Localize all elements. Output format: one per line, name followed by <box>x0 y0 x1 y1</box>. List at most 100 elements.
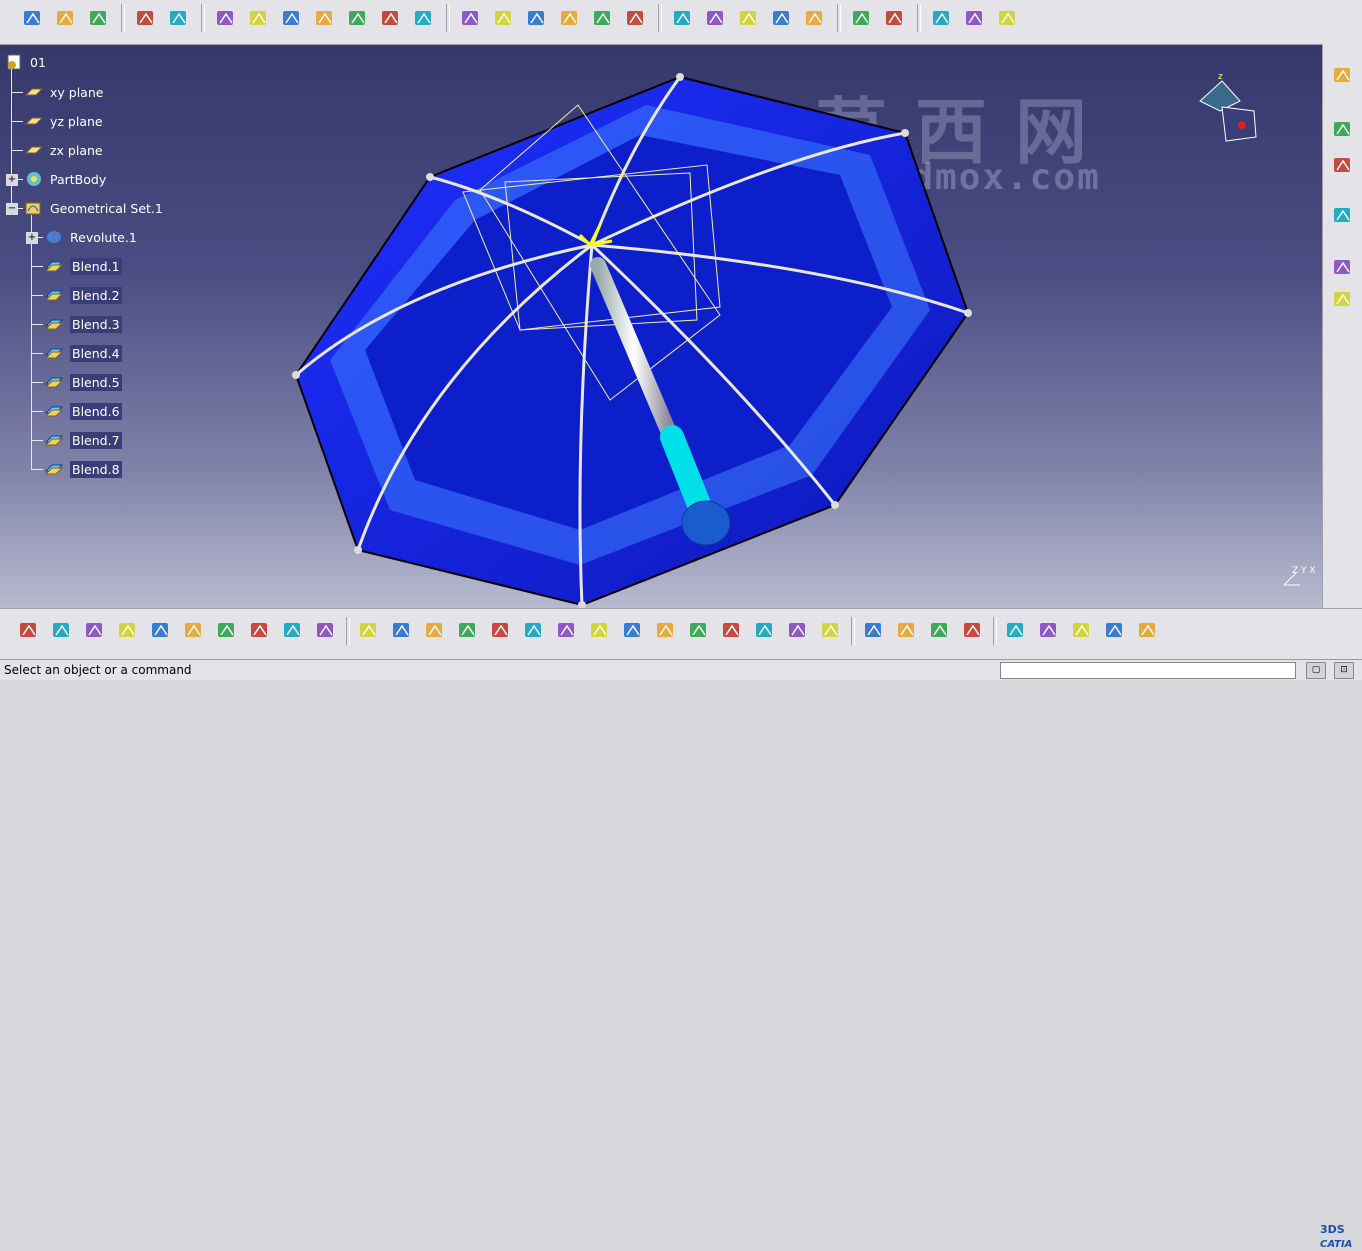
new-icon[interactable] <box>16 617 42 643</box>
sphere-icon[interactable] <box>345 5 371 31</box>
3d-viewport[interactable]: 莫西网 www.3dmox.com z Z Y X 01 xy plane yz… <box>0 45 1322 608</box>
tree-item-yz-plane[interactable]: yz plane <box>24 110 103 132</box>
3d-compass-icon[interactable] <box>1102 617 1128 643</box>
tree-item-revolute-1[interactable]: Revolute.1 <box>44 226 137 248</box>
tree-connector <box>31 440 43 441</box>
zoom-in-icon[interactable] <box>488 617 514 643</box>
apply-material-icon[interactable] <box>818 617 844 643</box>
iso-view-icon[interactable] <box>620 617 646 643</box>
spline-icon[interactable] <box>246 5 272 31</box>
projection-icon[interactable] <box>133 5 159 31</box>
analysis-icon[interactable] <box>802 5 828 31</box>
extrude-icon[interactable] <box>279 5 305 31</box>
fit-all-icon[interactable] <box>389 617 415 643</box>
point-icon[interactable] <box>20 5 46 31</box>
knowledge-icon[interactable] <box>995 5 1021 31</box>
tree-item-blend-6[interactable]: Blend.6 <box>44 400 122 422</box>
shading-icon[interactable] <box>653 617 679 643</box>
tree-item-label: yz plane <box>50 113 103 129</box>
tree-item-partbody[interactable]: PartBody <box>24 168 106 190</box>
tree-item-blend-8[interactable]: Blend.8 <box>44 458 122 480</box>
tree-item-xy-plane[interactable]: xy plane <box>24 81 103 103</box>
sketch-icon[interactable] <box>1069 617 1095 643</box>
tree-item-blend-7[interactable]: Blend.7 <box>44 429 122 451</box>
transform-icon[interactable] <box>769 5 795 31</box>
annotation-icon[interactable] <box>1330 202 1356 228</box>
toolbar-separator <box>917 4 921 32</box>
join-icon[interactable] <box>590 5 616 31</box>
cut-icon[interactable] <box>148 617 174 643</box>
fill-icon[interactable] <box>491 5 517 31</box>
line-icon[interactable] <box>53 5 79 31</box>
swap-space-icon[interactable] <box>719 617 745 643</box>
whats-this-icon[interactable] <box>313 617 339 643</box>
split-icon[interactable] <box>623 5 649 31</box>
toolbar-separator <box>446 4 450 32</box>
zoom-out-icon[interactable] <box>521 617 547 643</box>
handle-knob[interactable] <box>681 500 731 546</box>
tree-item-blend-2[interactable]: Blend.2 <box>44 284 122 306</box>
tree-connector <box>11 150 23 151</box>
axis-icon[interactable] <box>960 617 986 643</box>
sketcher-icon[interactable] <box>1330 62 1356 88</box>
tree-item-geometrical-set-1[interactable]: Geometrical Set.1 <box>24 197 163 219</box>
print-icon[interactable] <box>115 617 141 643</box>
capture-icon[interactable] <box>861 617 887 643</box>
manipulation-icon[interactable] <box>927 617 953 643</box>
cylinder-icon[interactable] <box>378 5 404 31</box>
undo-icon[interactable] <box>247 617 273 643</box>
circle-icon[interactable] <box>213 5 239 31</box>
command-input[interactable] <box>1000 662 1296 679</box>
hide-show-icon[interactable] <box>686 617 712 643</box>
extrapolate-icon[interactable] <box>736 5 762 31</box>
3d-compass-icon[interactable]: z <box>1192 67 1272 147</box>
pan-icon[interactable] <box>422 617 448 643</box>
rotate-icon[interactable] <box>455 617 481 643</box>
curvature-icon[interactable] <box>882 5 908 31</box>
more-arrow-icon[interactable] <box>1330 152 1356 178</box>
grid-icon[interactable] <box>1003 617 1029 643</box>
sweep-icon[interactable] <box>458 5 484 31</box>
tree-item-zx-plane[interactable]: zx plane <box>24 139 103 161</box>
tree-item-blend-5[interactable]: Blend.5 <box>44 371 122 393</box>
snap-icon[interactable] <box>1036 617 1062 643</box>
restore-button[interactable]: ▢ <box>1306 662 1326 679</box>
expand-icon[interactable]: + <box>26 232 38 244</box>
plane-icon[interactable] <box>86 5 112 31</box>
draft-analysis-icon[interactable] <box>849 5 875 31</box>
plane-icon <box>24 88 44 96</box>
tree-connector <box>31 324 43 325</box>
tree-item-blend-1[interactable]: Blend.1 <box>44 255 122 277</box>
update-icon[interactable] <box>894 617 920 643</box>
revolute-icon <box>47 230 61 244</box>
save-icon[interactable] <box>82 617 108 643</box>
part-design-icon[interactable] <box>1330 254 1356 280</box>
close-button[interactable]: ⊡ <box>1334 662 1354 679</box>
multi-view-icon[interactable] <box>587 617 613 643</box>
tree-item-blend-4[interactable]: Blend.4 <box>44 342 122 364</box>
select-icon[interactable] <box>1330 116 1356 142</box>
axis-system-icon[interactable] <box>962 5 988 31</box>
trim-icon[interactable] <box>670 5 696 31</box>
measure-inertia-icon[interactable] <box>785 617 811 643</box>
wireframe-icon[interactable] <box>1330 286 1356 312</box>
copy-icon[interactable] <box>181 617 207 643</box>
revolve-icon[interactable] <box>312 5 338 31</box>
collapse-icon[interactable]: − <box>6 203 18 215</box>
fly-mode-icon[interactable] <box>356 617 382 643</box>
expand-icon[interactable]: + <box>6 174 18 186</box>
tree-item-label: Geometrical Set.1 <box>50 200 163 216</box>
normal-view-icon[interactable] <box>554 617 580 643</box>
combine-icon[interactable] <box>166 5 192 31</box>
measure-icon[interactable] <box>752 617 778 643</box>
redo-icon[interactable] <box>280 617 306 643</box>
paste-icon[interactable] <box>214 617 240 643</box>
offset-icon[interactable] <box>411 5 437 31</box>
boundary-icon[interactable] <box>703 5 729 31</box>
open-icon[interactable] <box>49 617 75 643</box>
porcupine-icon[interactable] <box>929 5 955 31</box>
catalog-icon[interactable] <box>1135 617 1161 643</box>
multisection-icon[interactable] <box>524 5 550 31</box>
blend-icon[interactable] <box>557 5 583 31</box>
tree-item-blend-3[interactable]: Blend.3 <box>44 313 122 335</box>
